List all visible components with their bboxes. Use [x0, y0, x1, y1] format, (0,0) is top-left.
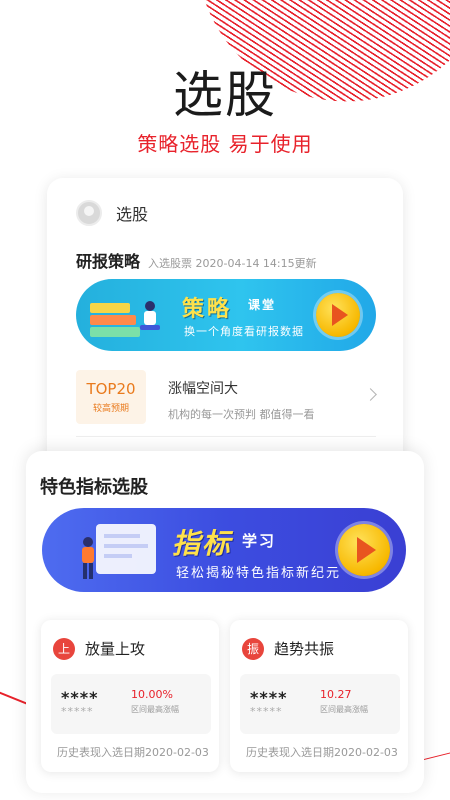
banner-title-big: 指标: [172, 527, 233, 560]
resonance-badge-icon: 振: [242, 638, 264, 660]
up-badge-icon: 上: [53, 638, 75, 660]
max-gain-label: 区间最高涨幅: [131, 705, 179, 714]
history-date: 历史表现入选日期2020-02-03: [57, 746, 209, 759]
play-icon[interactable]: [338, 524, 390, 576]
indicator-stats: **** ***** 10.00% 区间最高涨幅: [51, 674, 211, 734]
page-title: 选股: [173, 66, 277, 124]
user-name: 选股: [116, 205, 149, 224]
banner-title-big: 策略: [182, 297, 233, 322]
research-header: 研报策略 入选股票 2020-04-14 14:15更新: [76, 248, 317, 272]
divider: [76, 436, 376, 437]
top20-sub: 较高预期: [92, 404, 129, 414]
indicator-study-banner[interactable]: 指标 学习 轻松揭秘特色指标新纪元: [42, 508, 406, 592]
top20-title: TOP20: [86, 380, 136, 398]
masked-stock-name: *****: [61, 705, 94, 718]
top20-badge: TOP20 较高预期: [76, 370, 146, 424]
max-gain-value: 10.27: [320, 688, 352, 701]
page-subtitle: 策略选股 易于使用: [137, 132, 313, 156]
indicator-name: 放量上攻: [85, 640, 146, 658]
stock-pick-item[interactable]: 涨幅空间大 机构的每一次预判 都值得一看: [168, 378, 315, 422]
banner-title-small: 课堂: [248, 298, 277, 312]
person-illustration: [82, 524, 156, 579]
strategy-class-banner[interactable]: 策略 课堂 换一个角度看研报数据: [76, 279, 376, 351]
max-gain-label: 区间最高涨幅: [320, 705, 368, 714]
indicator-item-trend-resonance[interactable]: 振 趋势共振 **** ***** 10.27 区间最高涨幅 历史表现入选日期2…: [230, 620, 408, 772]
banner-desc: 轻松揭秘特色指标新纪元: [176, 566, 342, 581]
indicator-name: 趋势共振: [274, 640, 335, 658]
avatar-icon: [76, 200, 102, 226]
history-date: 历史表现入选日期2020-02-03: [246, 746, 398, 759]
research-meta: 入选股票 2020-04-14 14:15更新: [148, 257, 317, 270]
indicator-item-volume-up[interactable]: 上 放量上攻 **** ***** 10.00% 区间最高涨幅 历史表现入选日期…: [41, 620, 219, 772]
indicator-stats: **** ***** 10.27 区间最高涨幅: [240, 674, 400, 734]
masked-stock-name: *****: [250, 705, 283, 718]
books-illustration: [90, 301, 140, 337]
max-gain-value: 10.00%: [131, 688, 173, 701]
person-illustration: [140, 301, 160, 330]
user-row[interactable]: 选股: [76, 200, 148, 226]
play-icon[interactable]: [316, 293, 360, 337]
stock-title: 涨幅空间大: [168, 381, 238, 397]
banner-desc: 换一个角度看研报数据: [184, 325, 304, 338]
stock-desc: 机构的每一次预判 都值得一看: [168, 408, 315, 421]
research-title: 研报策略: [76, 252, 141, 271]
banner-title-small: 学习: [242, 532, 277, 550]
indicator-section-title: 特色指标选股: [40, 477, 148, 498]
